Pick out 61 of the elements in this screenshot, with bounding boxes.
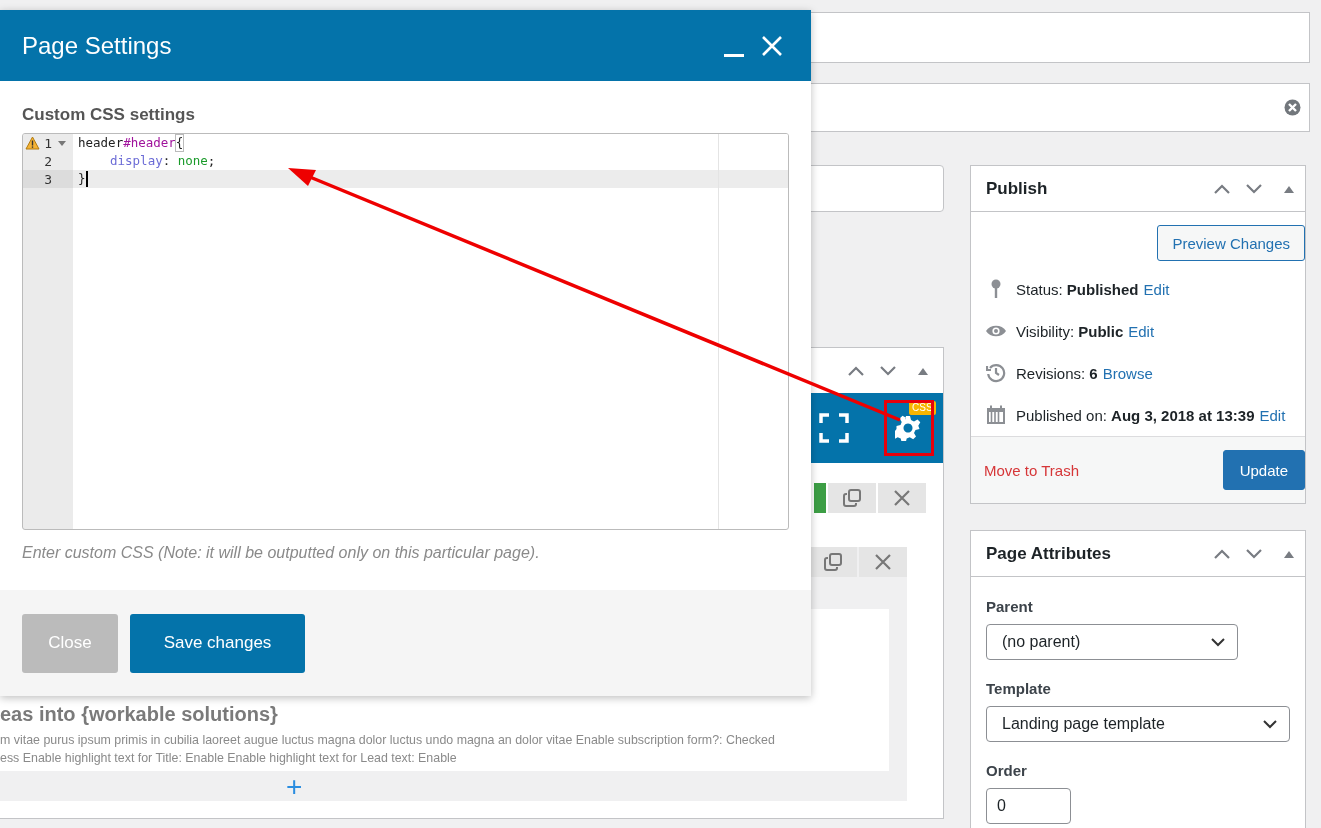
field-label: Parent	[986, 598, 1034, 615]
edit-link[interactable]: Edit	[1259, 406, 1286, 424]
move-down-icon[interactable]	[879, 364, 897, 377]
select-field[interactable]: (no parent)	[986, 624, 1238, 660]
move-up-icon[interactable]	[847, 364, 865, 377]
eye-icon	[985, 324, 1007, 338]
fold-caret-icon[interactable]	[58, 140, 66, 146]
hint-text: Enter custom CSS (Note: it will be outputted only on this particular page).	[22, 544, 541, 562]
move-down-icon[interactable]	[1245, 547, 1263, 560]
move-up-icon[interactable]	[1213, 547, 1231, 560]
field-label: Order	[986, 762, 1028, 779]
panel-title: Publish	[986, 178, 1048, 199]
caret-icon	[1211, 637, 1225, 647]
trash-link[interactable]: Move to Trash	[984, 461, 1080, 479]
update-button[interactable]: Update	[1222, 450, 1305, 490]
add-module-button[interactable]: +	[286, 775, 303, 799]
move-up-icon[interactable]	[1213, 182, 1231, 195]
meta-text: Published on: Aug 3, 2018 at 13:39	[1016, 406, 1255, 424]
number-field[interactable]: 0	[986, 788, 1071, 824]
field-label: Template	[986, 680, 1052, 697]
browse-link[interactable]: Browse	[1102, 364, 1153, 382]
preview-changes-button[interactable]: Preview Changes	[1157, 225, 1305, 261]
meta-text: Visibility: Public	[1016, 322, 1124, 340]
copy-icon	[824, 553, 842, 571]
modal-title: Page Settings	[22, 31, 172, 60]
save-button[interactable]: Save changes	[130, 613, 305, 673]
fullscreen-icon[interactable]	[819, 413, 849, 443]
caret-icon	[1263, 719, 1277, 729]
close-icon	[894, 490, 910, 506]
move-down-icon[interactable]	[1245, 182, 1263, 195]
line-number: 2	[44, 153, 52, 169]
line-number: 3	[44, 171, 52, 187]
pin-icon	[990, 279, 1002, 299]
warning-icon	[25, 136, 41, 150]
module-summary: m vitae purus ipsum primis in cubilia laoreet augue luctus magna dolor luctus undo magna an dolor vitae Enable subscription form?: Checked	[0, 732, 776, 749]
code-line: display: none;	[109, 153, 216, 169]
module-heading: eas into {workable solutions}	[0, 703, 279, 726]
history-icon	[986, 363, 1006, 383]
clear-icon[interactable]	[1284, 99, 1301, 116]
duplicate-button[interactable]	[828, 483, 876, 513]
calendar-icon	[986, 405, 1006, 425]
copy-icon	[843, 489, 861, 507]
edit-link[interactable]: Edit	[1143, 280, 1170, 298]
meta-text: Revisions: 6	[1016, 364, 1098, 382]
line-number: 1	[44, 135, 52, 151]
section-label: Custom CSS settings	[22, 105, 196, 125]
code-editor[interactable]: 1 header#header{ 2 display: none; 3 }	[22, 133, 789, 530]
panel-title: Page Attributes	[986, 543, 1111, 564]
edit-link[interactable]: Edit	[1128, 322, 1155, 340]
delete-button[interactable]	[859, 547, 907, 577]
meta-text: Status: Published	[1016, 280, 1139, 298]
delete-button[interactable]	[878, 483, 926, 513]
close-icon[interactable]	[761, 34, 783, 57]
code-line: header#header{	[78, 135, 184, 151]
code-line: }	[78, 171, 88, 187]
duplicate-button[interactable]	[809, 547, 857, 577]
highlight-frame	[884, 400, 934, 456]
settings-icon[interactable]	[895, 415, 921, 441]
module-summary: ess Enable highlight text for Title: Enable Enable highlight text for Lead text: Enable	[0, 750, 458, 767]
close-icon	[875, 554, 891, 570]
select-field[interactable]: Landing page template	[986, 706, 1290, 742]
